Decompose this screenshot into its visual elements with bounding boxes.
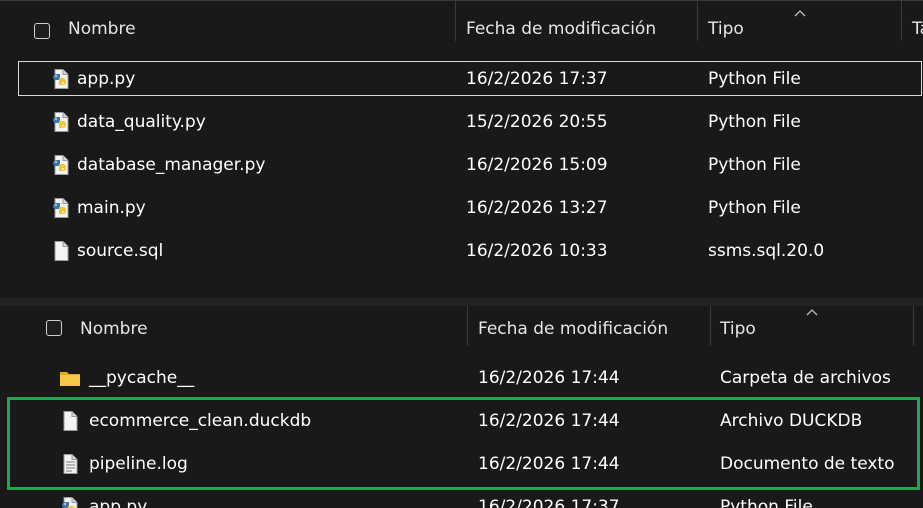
file-name[interactable]: __pycache__: [89, 368, 194, 388]
file-row[interactable]: source.sql 16/2/2026 10:33 ssms.sql.20.0: [0, 230, 923, 273]
python-file-icon: [50, 197, 72, 219]
file-type: Python File: [708, 155, 801, 175]
column-separator[interactable]: [901, 1, 902, 41]
file-date: 16/2/2026 10:33: [466, 241, 608, 261]
generic-file-icon: [50, 240, 72, 262]
column-separator[interactable]: [710, 306, 711, 346]
column-separator[interactable]: [455, 1, 456, 41]
file-row[interactable]: database_manager.py 16/2/2026 15:09 Pyth…: [0, 144, 923, 187]
file-name[interactable]: source.sql: [77, 241, 163, 261]
selected-row-focus: [18, 61, 922, 96]
file-type: ssms.sql.20.0: [708, 241, 825, 261]
file-type: Python File: [708, 198, 801, 218]
file-type: Python File: [708, 112, 801, 132]
file-row[interactable]: __pycache__ 16/2/2026 17:44 Carpeta de a…: [0, 357, 923, 400]
column-header-name[interactable]: Nombre: [68, 19, 136, 39]
file-row[interactable]: data_quality.py 15/2/2026 20:55 Python F…: [0, 101, 923, 144]
column-header-size[interactable]: Ta: [912, 19, 923, 39]
python-file-icon: [50, 111, 72, 133]
file-date: 16/2/2026 17:44: [478, 368, 620, 388]
select-all-checkbox[interactable]: [46, 320, 62, 336]
file-name[interactable]: main.py: [77, 198, 146, 218]
python-file-icon: [50, 154, 72, 176]
column-header-row: Nombre Fecha de modificación Tipo: [0, 306, 923, 361]
python-file-icon: [59, 496, 81, 508]
column-separator[interactable]: [697, 1, 698, 41]
sort-ascending-icon: [794, 10, 806, 17]
file-type: Python File: [720, 497, 813, 508]
column-header-name[interactable]: Nombre: [80, 319, 148, 339]
column-header-row: Nombre Fecha de modificación Tipo Ta: [0, 1, 923, 56]
file-name[interactable]: database_manager.py: [77, 155, 265, 175]
file-type: Carpeta de archivos: [720, 368, 891, 388]
column-header-type[interactable]: Tipo: [708, 19, 744, 39]
file-date: 16/2/2026 13:27: [466, 198, 608, 218]
column-separator[interactable]: [467, 306, 468, 346]
file-date: 16/2/2026 15:09: [466, 155, 608, 175]
file-name[interactable]: app.py: [89, 497, 147, 508]
file-name[interactable]: data_quality.py: [77, 112, 206, 132]
column-header-type[interactable]: Tipo: [720, 319, 756, 339]
select-all-checkbox[interactable]: [34, 23, 50, 39]
file-list-top: Nombre Fecha de modificación Tipo Ta app…: [0, 0, 923, 299]
column-header-date[interactable]: Fecha de modificación: [478, 319, 668, 339]
file-date: 15/2/2026 20:55: [466, 112, 608, 132]
highlight-box: [7, 397, 920, 490]
column-header-date[interactable]: Fecha de modificación: [466, 19, 656, 39]
column-separator[interactable]: [913, 306, 914, 346]
file-row[interactable]: main.py 16/2/2026 13:27 Python File: [0, 187, 923, 230]
folder-icon: [59, 367, 81, 389]
sort-ascending-icon: [806, 309, 818, 316]
file-date: 16/2/2026 17:37: [478, 497, 620, 508]
